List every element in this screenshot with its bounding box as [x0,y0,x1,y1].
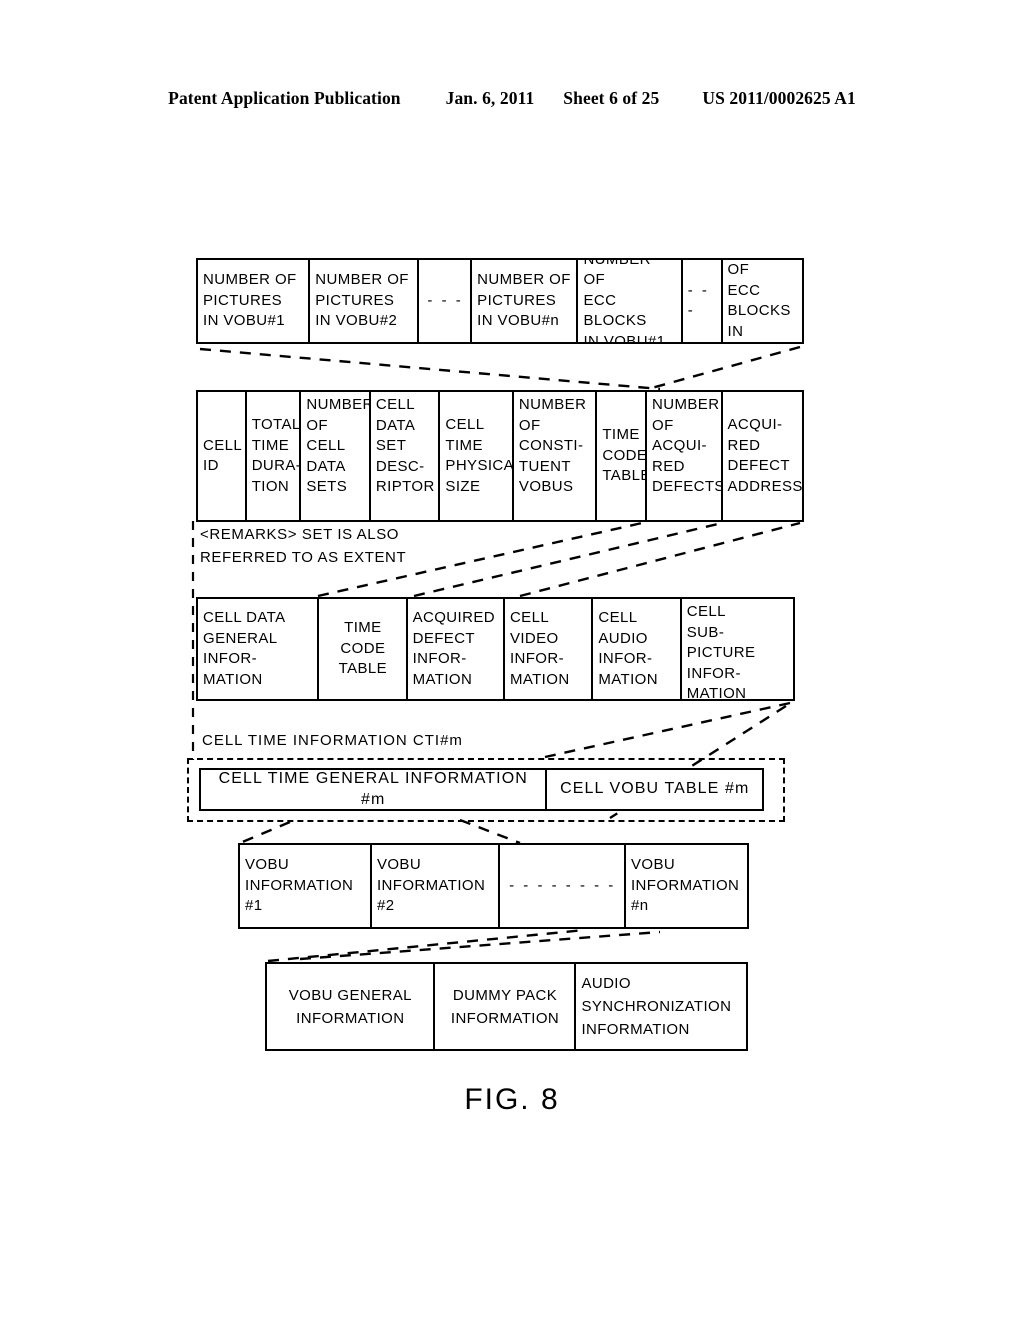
table-cell: AUDIO SYNCHRONIZATION INFORMATION [581,975,732,1038]
cti-label: CELL TIME INFORMATION CTI#m [202,732,463,749]
table-cell: CELL AUDIO INFOR- MATION [593,599,682,699]
table-cell: VOBU INFORMATION #n [630,856,740,915]
table-cell-ellipsis: - - - [683,260,723,342]
table-cell-data-contents: CELL DATA GENERAL INFOR- MATION TIME COD… [196,597,795,701]
table-cell: TIME CODE TABLE [319,599,408,699]
table-cell: NUMBER OF ECC BLOCKS IN VOBU#n [727,261,791,340]
table-cell: TOTAL TIME DURA- TION [247,392,302,520]
table-cell: CELL SUB- PICTURE INFOR- MATION [686,603,756,699]
table-cell: CELL ID [198,392,247,520]
remarks-note: <REMARKS> SET IS ALSO REFERRED TO AS EXT… [200,526,407,566]
table-cell: CELL TIME PHYSICAL SIZE [440,392,514,520]
table-cell: NUMBER OF ACQUI- RED DEFECTS [647,392,723,520]
table-cell: NUMBER OF PICTURES IN VOBU#1 [198,260,311,342]
table-cell-ellipsis: - - - - - - - - [500,845,626,927]
table-cell: DUMMY PACK INFORMATION [435,964,577,1049]
table-cell: VOBU INFORMATION #2 [372,845,500,927]
table-cell: NUMBER OF ECC BLOCKS IN VOBU#1 [578,260,683,342]
table-cell: CELL DATA SET DESC- RIPTOR [371,392,441,520]
figure-8-diagram: NUMBER OF PICTURES IN VOBU#1 NUMBER OF P… [0,0,1024,1320]
table-cell: VOBU GENERAL INFORMATION [267,964,435,1049]
table-cell-ellipsis: - - - [419,260,473,342]
table-vobu-general-information: VOBU GENERAL INFORMATION DUMMY PACK INFO… [265,962,748,1051]
table-vobu-information: VOBU INFORMATION #1 VOBU INFORMATION #2 … [238,843,749,929]
figure-caption: FIG. 8 [464,1083,560,1116]
table-cell: NUMBER OF CONSTI- TUENT VOBUS [514,392,598,520]
table-cell: CELL DATA GENERAL INFOR- MATION [198,599,320,699]
table-vobu-counts: NUMBER OF PICTURES IN VOBU#1 NUMBER OF P… [196,258,804,344]
table-cell: CELL VOBU TABLE #m [560,780,750,798]
table-cell: CELL VIDEO INFOR- MATION [505,599,594,699]
table-cti-contents: CELL TIME GENERAL INFORMATION #m CELL VO… [199,768,764,811]
table-cell: ACQUIRED DEFECT INFOR- MATION [408,599,505,699]
table-cell-dataset: CELL ID TOTAL TIME DURA- TION NUMBER OF … [196,390,804,522]
table-cell: ACQUI- RED DEFECT ADDRESS [727,416,802,495]
table-cell: TIME CODE TABLE [597,392,648,520]
table-cell: NUMBER OF PICTURES IN VOBU#2 [310,260,420,342]
table-cell: CELL TIME GENERAL INFORMATION #m [201,770,547,809]
table-cell: VOBU INFORMATION #1 [240,845,372,927]
table-cell: NUMBER OF CELL DATA SETS [301,392,371,520]
table-cell: NUMBER OF PICTURES IN VOBU#n [472,260,579,342]
